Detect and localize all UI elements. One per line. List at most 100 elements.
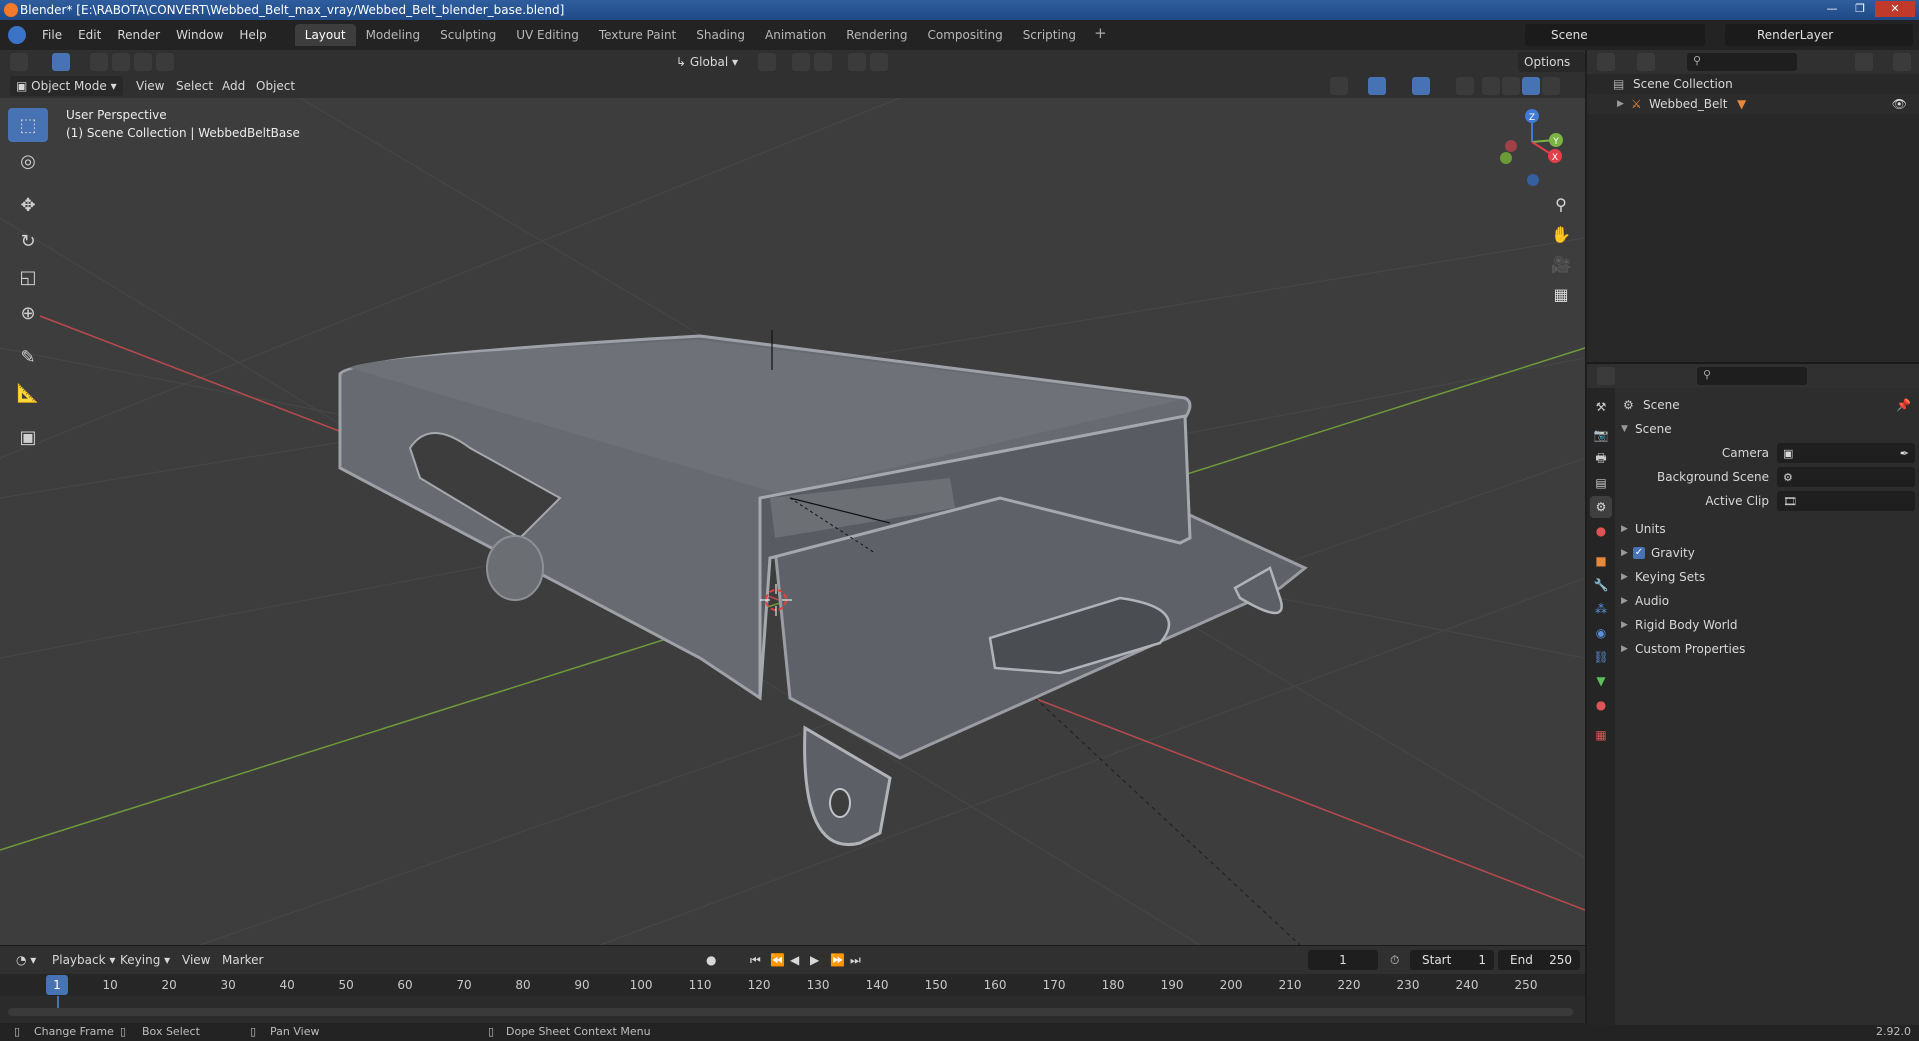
measure-tool-icon[interactable]: 📐 — [8, 376, 48, 410]
expand-arrow-icon[interactable]: ▶ — [1621, 518, 1628, 540]
minimize-icon[interactable]: — — [1819, 1, 1845, 17]
outliner-row-webbed-belt[interactable]: ▶ ⚔ Webbed_Belt ▼ 👁 — [1587, 94, 1919, 114]
annotate-tool-icon[interactable]: ✎ — [8, 340, 48, 374]
particles-tab-icon[interactable]: ⁂ — [1590, 598, 1612, 620]
tab-uv-editing[interactable]: UV Editing — [506, 24, 589, 46]
play-reverse-icon[interactable]: ◀ — [784, 950, 805, 970]
visibility-icon[interactable] — [1330, 77, 1348, 95]
pin-icon[interactable]: 📌 — [1896, 394, 1911, 416]
preview-range-icon[interactable]: ⏱ — [1384, 950, 1405, 970]
select-subtract-icon[interactable] — [134, 53, 152, 71]
gizmo-toggle-icon[interactable] — [1368, 77, 1386, 95]
wireframe-shading-icon[interactable] — [1482, 77, 1500, 95]
play-icon[interactable]: ▶ — [804, 950, 825, 970]
keying-dropdown[interactable]: Keying ▾ — [114, 950, 176, 970]
start-frame-field[interactable]: Start 1 — [1410, 950, 1494, 970]
cursor-tool-icon[interactable]: ◎ — [8, 144, 48, 178]
menu-window[interactable]: Window — [168, 20, 231, 50]
menu-render[interactable]: Render — [109, 20, 168, 50]
object-tab-icon[interactable]: ■ — [1590, 550, 1612, 572]
properties-editor-type-icon[interactable] — [1597, 367, 1615, 385]
material-shading-icon[interactable] — [1522, 77, 1540, 95]
expand-arrow-icon[interactable]: ▶ — [1621, 542, 1628, 564]
rotate-tool-icon[interactable]: ↻ — [8, 224, 48, 258]
zoom-icon[interactable]: ⚲ — [1547, 190, 1575, 218]
scene-selector[interactable]: Scene — [1525, 24, 1705, 46]
pan-hand-icon[interactable]: ✋ — [1547, 220, 1575, 248]
menu-add[interactable]: Add — [216, 76, 251, 96]
units-panel-header[interactable]: ▶ Units — [1615, 518, 1919, 540]
panel-collapse-icon[interactable]: ▼ — [1621, 418, 1628, 440]
expand-arrow-icon[interactable]: ▶ — [1617, 94, 1624, 114]
menu-file[interactable]: File — [34, 20, 70, 50]
menu-view[interactable]: View — [130, 76, 170, 96]
snap-target-icon[interactable] — [814, 53, 832, 71]
proportional-edit-icon[interactable] — [848, 53, 866, 71]
eye-visibility-icon[interactable]: 👁 — [1892, 94, 1907, 114]
tab-modeling[interactable]: Modeling — [356, 24, 431, 46]
output-tab-icon[interactable]: 🖶 — [1590, 448, 1612, 470]
constraints-tab-icon[interactable]: ⛓ — [1590, 646, 1612, 668]
render-tab-icon[interactable]: 📷 — [1590, 424, 1612, 446]
outliner-search-input[interactable]: ⚲ — [1687, 53, 1797, 71]
modifier-tab-icon[interactable]: 🔧 — [1590, 574, 1612, 596]
jump-end-icon[interactable]: ⏭ — [844, 950, 867, 970]
menu-object[interactable]: Object — [250, 76, 301, 96]
select-mode-icon[interactable] — [52, 53, 70, 71]
menu-edit[interactable]: Edit — [70, 20, 109, 50]
falloff-icon[interactable] — [870, 53, 888, 71]
add-cube-tool-icon[interactable]: ▣ — [8, 420, 48, 454]
gravity-checkbox[interactable]: ✓ — [1633, 547, 1645, 559]
material-tab-icon[interactable]: ● — [1590, 694, 1612, 716]
menu-select[interactable]: Select — [170, 76, 219, 96]
tool-tab-icon[interactable]: ⚒ — [1590, 396, 1612, 418]
select-extend-icon[interactable] — [112, 53, 130, 71]
tab-layout[interactable]: Layout — [294, 24, 356, 46]
blender-menu-icon[interactable] — [0, 20, 34, 50]
select-box-tool-icon[interactable]: ⬚ — [8, 108, 48, 142]
playback-dropdown[interactable]: Playback ▾ — [46, 950, 121, 970]
rendered-shading-icon[interactable] — [1542, 77, 1560, 95]
gravity-panel-header[interactable]: ▶ ✓ Gravity — [1615, 542, 1919, 564]
move-tool-icon[interactable]: ✥ — [8, 188, 48, 222]
timeline-editor-type-icon[interactable]: ◔ ▾ — [10, 950, 42, 970]
expand-arrow-icon[interactable]: ▶ — [1621, 638, 1628, 660]
expand-arrow-icon[interactable]: ▶ — [1621, 566, 1628, 588]
eyedropper-icon[interactable]: ✒ — [1900, 443, 1909, 465]
tab-animation[interactable]: Animation — [755, 24, 836, 46]
tab-compositing[interactable]: Compositing — [917, 24, 1012, 46]
ortho-grid-icon[interactable]: ▦ — [1547, 280, 1575, 308]
audio-panel-header[interactable]: ▶ Audio — [1615, 590, 1919, 612]
object-data-tab-icon[interactable]: ▼ — [1590, 670, 1612, 692]
add-workspace-button[interactable]: + — [1086, 24, 1115, 46]
world-tab-icon[interactable]: ● — [1590, 520, 1612, 542]
select-intersect-icon[interactable] — [156, 53, 174, 71]
timeline-scrollbar[interactable] — [8, 1008, 1573, 1016]
custom-properties-panel-header[interactable]: ▶ Custom Properties — [1615, 638, 1919, 660]
active-clip-field[interactable]: 🎞 — [1777, 491, 1915, 511]
physics-tab-icon[interactable]: ◉ — [1590, 622, 1612, 644]
scale-tool-icon[interactable]: ◱ — [8, 260, 48, 294]
close-icon[interactable]: ✕ — [1875, 1, 1915, 17]
3d-viewport[interactable]: Z Y X User Perspective (1) Scene Collect… — [0, 98, 1585, 945]
select-new-icon[interactable] — [90, 53, 108, 71]
outliner-row-scene-collection[interactable]: ▤ Scene Collection — [1587, 74, 1919, 94]
background-scene-field[interactable]: ⚙ — [1777, 467, 1915, 487]
scene-panel-header[interactable]: ▼ Scene — [1615, 418, 1919, 440]
solid-shading-icon[interactable] — [1502, 77, 1520, 95]
maximize-icon[interactable]: ❐ — [1847, 1, 1873, 17]
xray-toggle-icon[interactable] — [1456, 77, 1474, 95]
transform-orientation-dropdown[interactable]: ↳ Global ▾ — [670, 52, 744, 72]
menu-help[interactable]: Help — [231, 20, 274, 50]
transform-tool-icon[interactable]: ⊕ — [8, 296, 48, 330]
editor-type-icon[interactable] — [10, 53, 28, 71]
tab-sculpting[interactable]: Sculpting — [430, 24, 506, 46]
expand-arrow-icon[interactable]: ▶ — [1621, 590, 1628, 612]
tab-shading[interactable]: Shading — [686, 24, 755, 46]
view-layer-tab-icon[interactable]: ▤ — [1590, 472, 1612, 494]
tab-scripting[interactable]: Scripting — [1013, 24, 1086, 46]
keying-sets-panel-header[interactable]: ▶ Keying Sets — [1615, 566, 1919, 588]
new-collection-icon[interactable] — [1893, 53, 1911, 71]
filter-icon[interactable] — [1855, 53, 1873, 71]
properties-search-input[interactable]: ⚲ — [1697, 367, 1807, 385]
